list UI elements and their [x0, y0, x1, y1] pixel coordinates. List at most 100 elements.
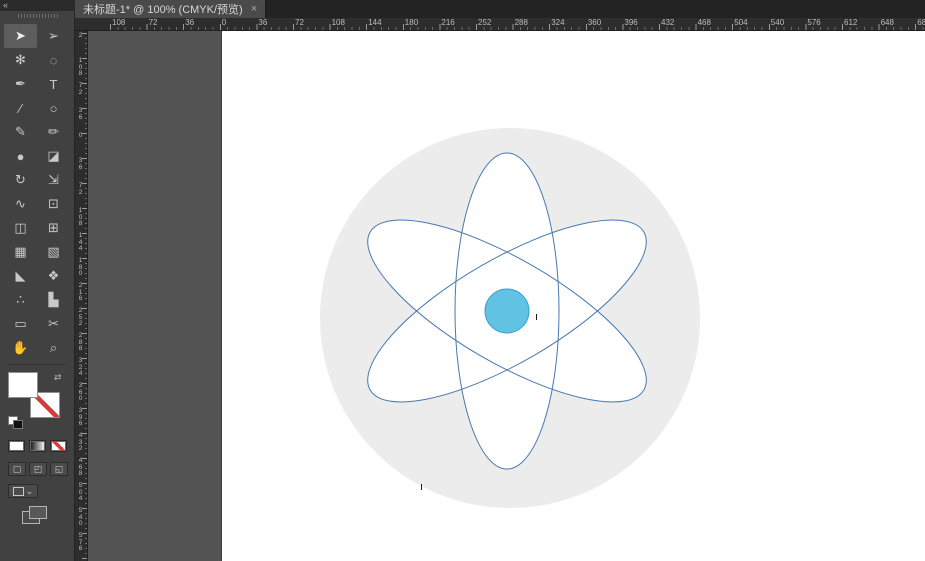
v-ruler-label: 7 2	[78, 182, 83, 196]
screen-mode-button[interactable]: ⌄	[8, 484, 38, 498]
vertical-ruler[interactable]: 2 1 0 8 7 2 3 6 0 3 6 7 2 1 0 8 1 4 4 1 8 0 2 1 6 2…	[75, 31, 88, 561]
v-ruler-label: 0	[78, 132, 83, 139]
document-tab[interactable]: 未标题-1* @ 100% (CMYK/预览) ×	[75, 0, 267, 18]
direct-selection-tool-icon: ➢	[48, 28, 59, 43]
shape-builder-tool[interactable]: ◫	[4, 216, 37, 240]
h-ruler-label: 432	[661, 18, 675, 27]
mesh-tool[interactable]: ▦	[4, 240, 37, 264]
v-ruler-label: 3 9 6	[78, 407, 83, 427]
panel-collapse-strip[interactable]: «	[0, 0, 75, 11]
free-transform-tool[interactable]: ⊡	[37, 192, 70, 216]
blob-brush-tool[interactable]: ●	[4, 144, 37, 168]
perspective-grid-tool[interactable]: ⊞	[37, 216, 70, 240]
h-ruler-label: 144	[368, 18, 382, 27]
pencil-tool[interactable]: ✏	[37, 120, 70, 144]
h-ruler-label: 252	[478, 18, 492, 27]
ellipse-tool-icon: ○	[49, 100, 58, 116]
scale-tool-icon: ⇲	[48, 172, 59, 187]
v-ruler-label: 1 0 8	[78, 57, 83, 77]
type-tool[interactable]: T	[37, 72, 70, 96]
text-cursor-mark	[536, 314, 537, 320]
nucleus-circle[interactable]	[484, 288, 530, 334]
horizontal-ruler[interactable]: 108 72 36 0 36 72 108 144 180 216 252 288 324 360 396 4…	[75, 18, 925, 31]
tools-grid: ➤ ➢ ✻ ◌ ✒ T ∕ ○ ✎ ✏ ● ◪ ↻ ⇲ ∿ ⊡ ◫ ⊞ ▦ ▧ ◣ ❖ ∴ ▙ ▭ ✂ ✋ ⌕	[4, 24, 70, 360]
h-ruler-label: 360	[587, 18, 602, 27]
none-slash-icon	[51, 441, 66, 451]
drawing-mode-row: ▢ ◰ ◱	[8, 462, 68, 476]
eyedropper-tool-icon: ◣	[15, 268, 26, 283]
v-ruler-label: 1 0 8	[78, 207, 83, 227]
draw-inside-icon: ◱	[54, 463, 64, 474]
v-ruler-label: 2 5 2	[78, 307, 83, 327]
v-ruler-label: 3 6	[78, 157, 83, 171]
color-button[interactable]	[8, 440, 25, 452]
hand-tool[interactable]: ✋	[4, 336, 37, 360]
h-ruler-label: 576	[807, 18, 821, 27]
v-ruler-label: 5 4 0	[78, 507, 83, 527]
h-ruler-label: 396	[624, 18, 638, 27]
width-tool-icon: ∿	[15, 196, 26, 211]
document-tab-title: 未标题-1* @ 100% (CMYK/预览)	[83, 4, 243, 16]
v-ruler-label: 3 6	[78, 107, 83, 121]
panel-grip-handle[interactable]	[18, 14, 58, 18]
rotate-tool[interactable]: ↻	[4, 168, 37, 192]
scale-tool[interactable]: ⇲	[37, 168, 70, 192]
canvas-pasteboard[interactable]	[88, 31, 925, 561]
lasso-tool[interactable]: ◌	[37, 48, 70, 72]
gradient-tool-icon: ▧	[47, 244, 60, 259]
direct-selection-tool[interactable]: ➢	[37, 24, 70, 48]
v-ruler-label: 4 6 8	[78, 457, 83, 477]
magic-wand-tool[interactable]: ✻	[4, 48, 37, 72]
zoom-tool[interactable]: ⌕	[37, 336, 70, 360]
h-ruler-label: 36	[258, 18, 268, 27]
line-segment-tool[interactable]: ∕	[4, 96, 37, 120]
fill-swatch[interactable]	[8, 372, 38, 398]
h-ruler-label: 108	[112, 18, 126, 27]
atom-artwork[interactable]	[88, 31, 925, 561]
selection-tool[interactable]: ➤	[4, 24, 37, 48]
ellipse-tool[interactable]: ○	[37, 96, 70, 120]
symbol-sprayer-tool[interactable]: ∴	[4, 288, 37, 312]
text-cursor-mark	[421, 484, 422, 490]
tab-close-icon[interactable]: ×	[251, 3, 257, 15]
eraser-tool[interactable]: ◪	[37, 144, 70, 168]
draw-behind-button[interactable]: ◰	[29, 462, 47, 476]
screen-mode-icon	[12, 486, 24, 496]
swap-fill-stroke-icon[interactable]: ⇄	[54, 372, 62, 383]
gradient-button[interactable]	[29, 440, 46, 452]
overlapping-panels-icon[interactable]	[22, 506, 48, 524]
default-fill-stroke-button[interactable]	[8, 416, 23, 429]
pen-tool[interactable]: ✒	[4, 72, 37, 96]
collapse-panel-icon[interactable]: «	[3, 0, 8, 10]
line-segment-tool-icon: ∕	[19, 100, 22, 116]
draw-behind-icon: ◰	[33, 463, 43, 474]
perspective-grid-tool-icon: ⊞	[48, 220, 59, 235]
draw-normal-button[interactable]: ▢	[8, 462, 26, 476]
hand-tool-icon: ✋	[12, 340, 29, 355]
h-ruler-label: 468	[697, 18, 711, 27]
v-ruler-label: 3 2 4	[78, 357, 83, 377]
lasso-tool-icon: ◌	[49, 52, 58, 68]
draw-inside-button[interactable]: ◱	[50, 462, 68, 476]
type-tool-icon: T	[49, 76, 58, 92]
v-ruler-label: 3 6 0	[78, 382, 83, 402]
h-ruler-label: 180	[404, 18, 419, 27]
column-graph-tool-icon: ▙	[48, 292, 59, 307]
column-graph-tool[interactable]: ▙	[37, 288, 70, 312]
artboard-tool-icon: ▭	[14, 316, 27, 331]
blend-tool[interactable]: ❖	[37, 264, 70, 288]
slice-tool[interactable]: ✂	[37, 312, 70, 336]
selection-tool-icon: ➤	[15, 28, 26, 43]
gradient-tool[interactable]: ▧	[37, 240, 70, 264]
paintbrush-tool-icon: ✎	[15, 124, 26, 139]
h-ruler-label: 108	[331, 18, 345, 27]
artboard-tool[interactable]: ▭	[4, 312, 37, 336]
illustrator-window: « ➤ ➢ ✻ ◌ ✒ T ∕ ○ ✎ ✏ ● ◪ ↻ ⇲ ∿ ⊡ ◫ ⊞ ▦ ▧ ◣ ❖ ∴ ▙ ▭ ✂ ✋ ⌕ ⇄ ▢ ◰ ◱	[0, 0, 925, 561]
width-tool[interactable]: ∿	[4, 192, 37, 216]
tools-divider	[8, 364, 66, 365]
paintbrush-tool[interactable]: ✎	[4, 120, 37, 144]
none-button[interactable]	[50, 440, 67, 452]
slice-tool-icon: ✂	[48, 316, 59, 331]
eyedropper-tool[interactable]: ◣	[4, 264, 37, 288]
symbol-sprayer-tool-icon: ∴	[16, 292, 25, 307]
